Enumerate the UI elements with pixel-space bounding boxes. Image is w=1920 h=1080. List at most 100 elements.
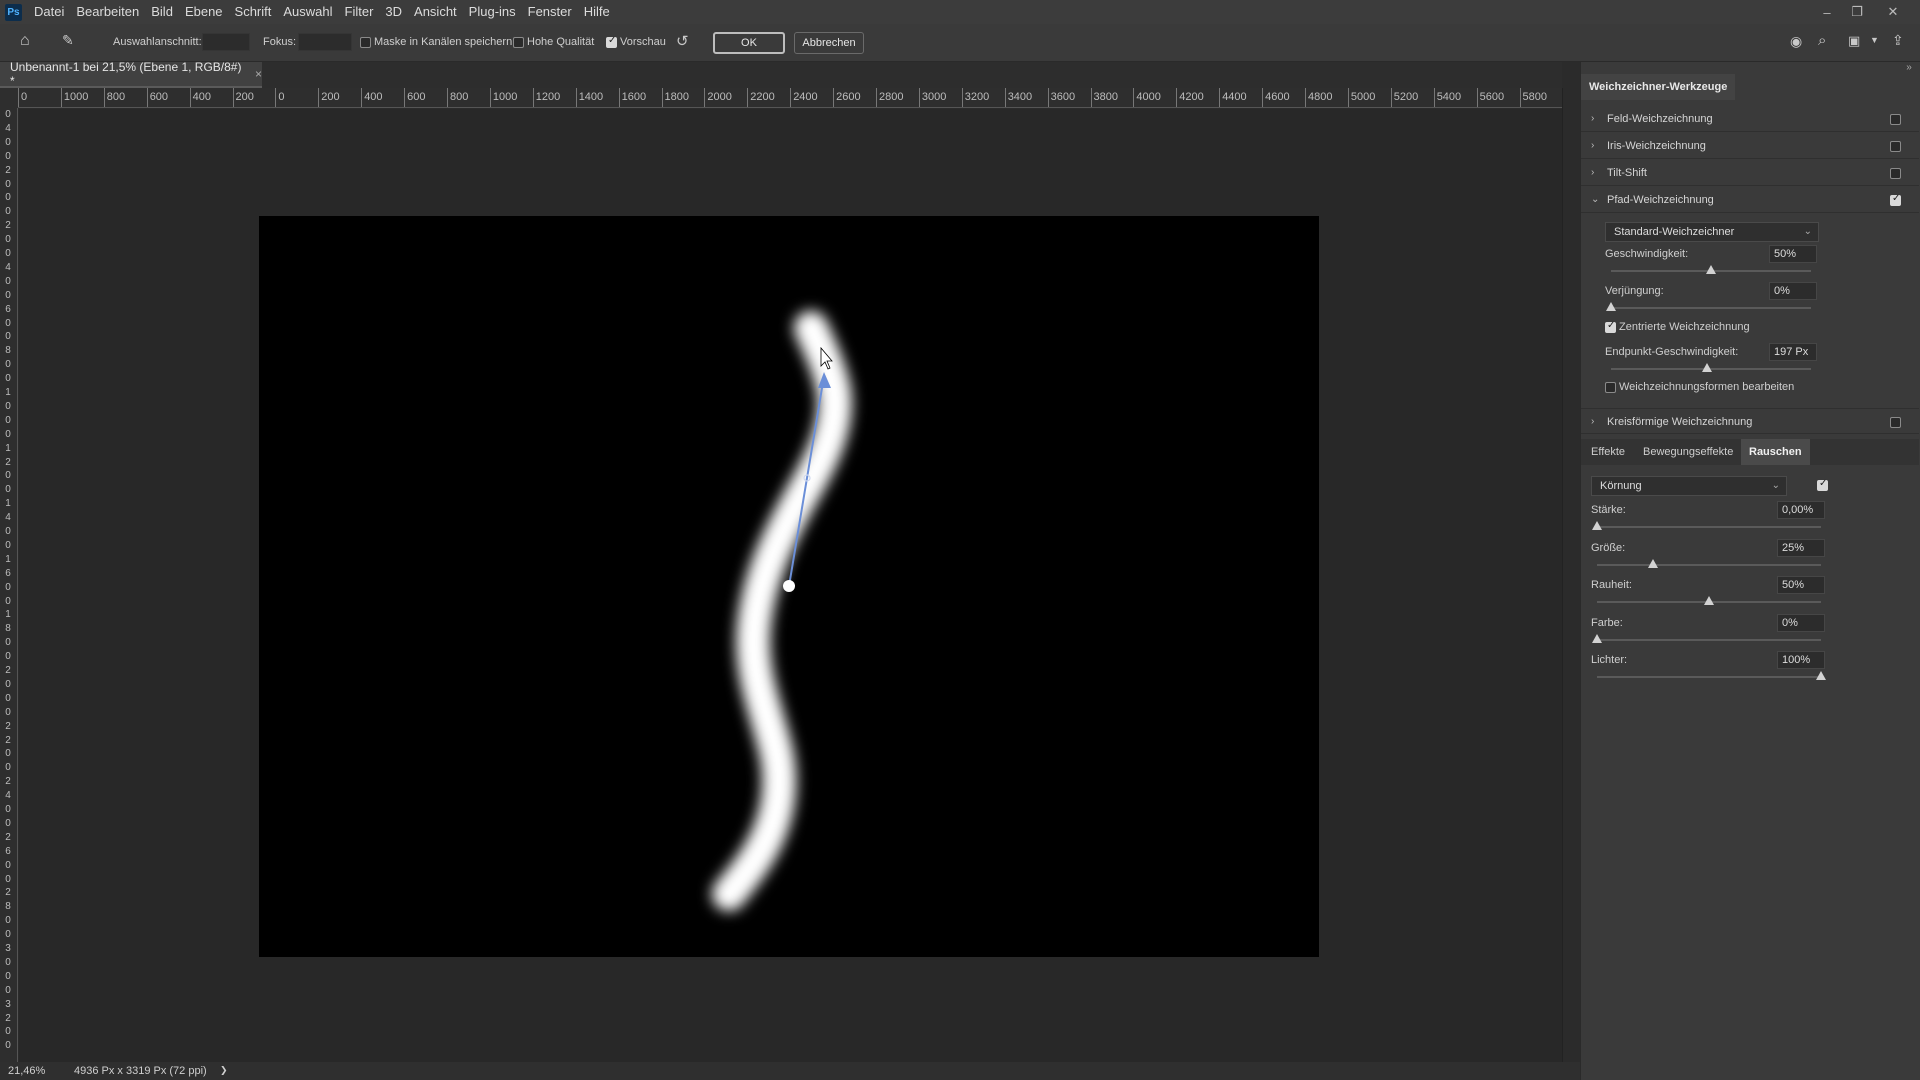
menu-8[interactable]: Ansicht [408,0,463,24]
noise-slider-thumb[interactable] [1704,596,1714,605]
menu-3[interactable]: Ebene [179,0,229,24]
menu-1[interactable]: Bearbeiten [70,0,145,24]
menu-9[interactable]: Plug-ins [463,0,522,24]
noise-slider-thumb[interactable] [1816,671,1826,680]
subtab-0[interactable]: Effekte [1583,439,1633,465]
ruler-h-label: 800 [106,91,126,103]
section-checkbox[interactable] [1890,141,1901,152]
ruler-h-tick [532,88,534,107]
menu-10[interactable]: Fenster [522,0,578,24]
endpoint-speed-slider-thumb[interactable] [1702,363,1712,372]
ruler-h-label: 4200 [1179,91,1204,103]
ruler-v-label: 0 [5,206,11,218]
minimize-icon[interactable]: – [1812,0,1842,24]
ruler-v-label: 4 [5,122,11,134]
noise-row-input[interactable]: 50% [1777,576,1825,594]
noise-slider-thumb[interactable] [1648,558,1658,568]
user-icon[interactable]: ◉ [1790,33,1802,50]
edit-shapes-checkbox[interactable] [1605,382,1616,393]
ruler-h-label: 3400 [1007,91,1033,103]
noise-enabled-checkbox[interactable] [1817,478,1828,491]
ruler-h-tick [704,88,706,107]
zoom-level[interactable]: 21,46% [8,1065,45,1077]
section-spin-blur[interactable]: › Kreisförmige Weichzeichnung [1581,408,1919,434]
menu-11[interactable]: Hilfe [578,0,616,24]
search-icon[interactable]: ⌕ [1818,32,1826,49]
blur-mode-value: Standard-Weichzeichner [1614,226,1735,238]
taper-slider-track[interactable] [1611,307,1811,309]
menu-5[interactable]: Auswahl [277,0,338,24]
close-tab-icon[interactable]: × [255,67,262,81]
reset-icon[interactable]: ↺ [676,32,689,50]
centered-blur-checkbox[interactable] [1605,320,1616,333]
section-checkbox[interactable] [1890,193,1901,206]
noise-slider-track[interactable] [1597,676,1821,678]
taper-input[interactable]: 0% [1769,282,1817,300]
section-checkbox[interactable] [1890,168,1901,179]
noise-row-input[interactable]: 100% [1777,651,1825,669]
noise-row-input[interactable]: 0,00% [1777,501,1825,519]
menu-0[interactable]: Datei [28,0,70,24]
blurred-white-stroke [712,311,852,911]
section-checkbox[interactable] [1890,114,1901,125]
ruler-v-label: 0 [5,873,11,885]
endpoint-speed-input[interactable]: 197 Px [1769,343,1817,361]
home-icon[interactable]: ⌂ [20,32,30,50]
workspace-icon[interactable]: ▣ [1848,33,1860,49]
status-arrow-icon[interactable]: ❯ [220,1065,228,1076]
speed-input[interactable]: 50% [1769,245,1817,263]
ruler-v-label: 0 [5,984,11,996]
ruler-v-label: 0 [5,915,11,927]
menu-4[interactable]: Schrift [229,0,278,24]
menu-6[interactable]: Filter [339,0,380,24]
ruler-h-tick [1090,88,1092,107]
document-size: 4936 Px x 3319 Px (72 ppi) [74,1065,207,1077]
blur-tool-icon[interactable]: ✎ [62,32,74,49]
vertical-scrollbar[interactable] [1562,88,1580,1062]
ruler-h-label: 400 [364,91,383,103]
ruler-v-label: 0 [5,956,11,968]
save-mask-checkbox[interactable] [360,37,371,48]
noise-slider-track[interactable] [1597,638,1821,641]
restore-icon[interactable]: ❐ [1842,0,1872,24]
spin-blur-checkbox[interactable] [1890,417,1901,428]
ruler-v-label: 0 [5,539,11,551]
subtab-2[interactable]: Rauschen [1741,439,1810,465]
noise-slider-track[interactable] [1597,526,1821,528]
close-window-icon[interactable]: ✕ [1878,0,1908,24]
focus-input[interactable] [298,33,352,51]
cancel-button[interactable]: Abbrechen [794,32,864,54]
blur-mode-select[interactable]: Standard-Weichzeichner ⌄ [1605,222,1819,242]
high-quality-checkbox[interactable] [513,37,524,48]
noise-type-select[interactable]: Körnung ⌄ [1591,476,1787,496]
taper-slider-thumb[interactable] [1606,302,1616,311]
noise-slider-thumb[interactable] [1592,521,1602,530]
noise-slider-track[interactable] [1597,563,1821,566]
menu-2[interactable]: Bild [145,0,179,24]
section-3[interactable]: ⌄ Pfad-Weichzeichnung [1581,187,1919,213]
ok-button[interactable]: OK [713,32,785,54]
document-tab[interactable]: Unbenannt-1 bei 21,5% (Ebene 1, RGB/8#) … [0,60,262,88]
panel-title[interactable]: Weichzeichner-Werkzeuge [1581,74,1736,100]
selection-bleed-input[interactable] [202,33,250,51]
document-canvas[interactable] [259,216,1319,957]
section-0[interactable]: › Feld-Weichzeichnung [1581,106,1919,132]
menu-7[interactable]: 3D [379,0,408,24]
noise-row-input[interactable]: 0% [1777,613,1825,632]
ruler-v-label: 2 [5,164,11,176]
section-1[interactable]: › Iris-Weichzeichnung [1581,133,1919,159]
subtab-1[interactable]: Bewegungseffekte [1635,439,1741,465]
ruler-v-label: 0 [5,192,11,204]
canvas-artwork [712,311,852,911]
noise-slider-thumb[interactable] [1592,633,1602,643]
ruler-h-label: 2000 [707,91,732,103]
chevron-down-icon[interactable]: ▼ [1870,35,1879,45]
ruler-v-label: 0 [5,470,11,482]
noise-row-input[interactable]: 25% [1777,538,1825,557]
speed-slider-thumb[interactable] [1706,265,1716,274]
panel-collapse-icon[interactable]: » [1898,62,1920,76]
section-2[interactable]: › Tilt-Shift [1581,160,1919,186]
share-icon[interactable]: ⇪ [1892,32,1904,49]
preview-checkbox[interactable] [606,35,617,48]
ruler-h-tick [1004,88,1006,107]
